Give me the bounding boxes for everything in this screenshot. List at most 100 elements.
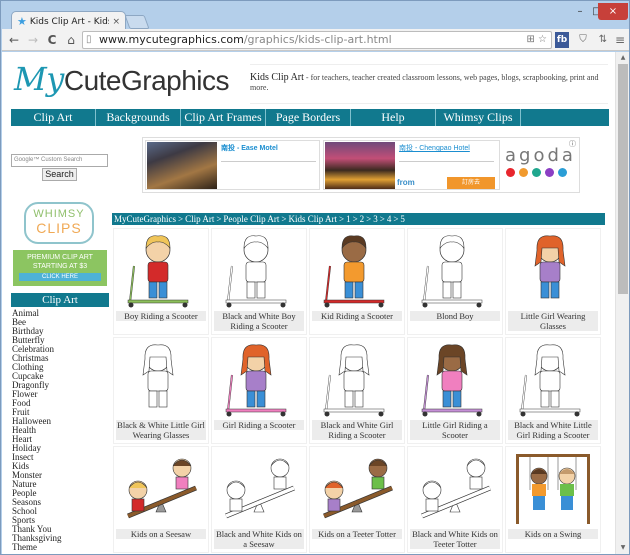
gallery-item[interactable]: Black and White Boy Riding a Scooter <box>211 228 307 335</box>
gallery-item-caption[interactable]: Black and White Boy Riding a Scooter <box>214 311 304 331</box>
girl2-scooter-clipart-icon[interactable] <box>510 341 596 419</box>
girl-scooter-clipart-icon[interactable] <box>216 341 302 419</box>
translate-page-icon[interactable]: ⊞ <box>526 34 534 45</box>
gallery-item-caption[interactable]: Kids on a Teeter Totter <box>312 529 402 539</box>
boy-scooter-clipart-icon[interactable] <box>216 232 302 310</box>
gallery-item-caption[interactable]: Blond Boy <box>410 311 500 321</box>
reload-icon[interactable]: C <box>44 32 60 48</box>
girl-glasses-clipart-icon[interactable] <box>118 341 204 419</box>
nav-page-borders[interactable]: Page Borders <box>266 109 351 126</box>
gallery-item-caption[interactable]: Kid Riding a Scooter <box>312 311 402 321</box>
breadcrumb-link[interactable]: 5 <box>400 214 405 224</box>
tab-close-icon[interactable]: × <box>112 17 120 27</box>
close-window-button[interactable]: × <box>598 3 628 20</box>
whimsy-badge[interactable]: WHIMSY CLIPS <box>24 202 94 244</box>
premium-promo[interactable]: PREMIUM CLIP ART STARTING AT $3 CLICK HE… <box>13 250 107 286</box>
gallery-item[interactable]: Black and White Little Girl Riding a Sco… <box>505 337 601 444</box>
gallery-item[interactable]: Blond Boy <box>407 228 503 335</box>
nav-help[interactable]: Help <box>351 109 436 126</box>
nav-clip-art[interactable]: Clip Art <box>11 109 96 126</box>
facebook-extension-icon[interactable]: fb <box>555 32 569 48</box>
browser-menu-icon[interactable]: ≡ <box>613 32 627 48</box>
gallery-item[interactable]: Little Girl Riding a Scooter <box>407 337 503 444</box>
gallery-item[interactable]: Black and White Kids on a Seesaw <box>211 446 307 553</box>
search-input[interactable]: Google™ Custom Search <box>11 154 108 167</box>
kid-scooter-clipart-icon[interactable] <box>314 232 400 310</box>
nav-whimsy-clips[interactable]: Whimsy Clips <box>436 109 521 126</box>
bookmark-star-icon[interactable]: ☆ <box>538 34 547 45</box>
hotel-ad-banner[interactable]: 南投 - Ease Motel 南投 - Chengpao Hotel from… <box>142 137 580 193</box>
nav-backgrounds[interactable]: Backgrounds <box>96 109 181 126</box>
teeter-clipart-icon[interactable] <box>412 450 498 528</box>
gallery-item[interactable]: Boy Riding a Scooter <box>113 228 209 335</box>
girl2-scooter-clipart-icon[interactable] <box>412 341 498 419</box>
gallery-item-caption[interactable]: Kids on a Swing <box>508 529 598 539</box>
girl-glasses-clipart-icon[interactable] <box>510 232 596 310</box>
category-link[interactable]: Theme <box>12 543 108 552</box>
gallery-item-caption[interactable]: Black & White Little Girl Wearing Glasse… <box>116 420 206 440</box>
gallery-item[interactable]: Kid Riding a Scooter <box>309 228 405 335</box>
address-bar[interactable]: ▯ www.mycutegraphics.com/graphics/kids-c… <box>82 31 552 49</box>
gallery-item-caption[interactable]: Black and White Little Girl Riding a Sco… <box>508 420 598 440</box>
vertical-scrollbar[interactable]: ▲ ▼ <box>615 52 629 554</box>
seesaw-clipart-icon[interactable] <box>118 450 204 528</box>
scroll-down-arrow-icon[interactable]: ▼ <box>616 542 630 554</box>
ad-info-icon[interactable]: ⓘ <box>569 139 576 149</box>
gallery-item-caption[interactable]: Kids on a Seesaw <box>116 529 206 539</box>
gallery-item[interactable]: Kids on a Seesaw <box>113 446 209 553</box>
agoda-dots <box>505 168 575 177</box>
seesaw-clipart-icon[interactable] <box>216 450 302 528</box>
nav-clip-art-frames[interactable]: Clip Art Frames <box>181 109 266 126</box>
ad-hotel-title[interactable]: 南投 - Ease Motel <box>221 143 278 153</box>
gallery-item-caption[interactable]: Boy Riding a Scooter <box>116 311 206 321</box>
gallery-item[interactable]: Girl Riding a Scooter <box>211 337 307 444</box>
ad-hotel-title[interactable]: 南投 - Chengpao Hotel <box>399 143 470 153</box>
breadcrumb-link[interactable]: Clip Art <box>185 214 214 224</box>
boy-scooter-clipart-icon[interactable] <box>412 232 498 310</box>
breadcrumb-link[interactable]: 2 <box>360 214 365 224</box>
breadcrumb-link[interactable]: 1 <box>346 214 351 224</box>
breadcrumb-link[interactable]: MyCuteGraphics <box>114 214 176 224</box>
minimize-button[interactable]: – <box>571 3 589 20</box>
category-link[interactable]: Animal <box>12 309 108 318</box>
gallery-item[interactable]: Little Girl Wearing Glasses <box>505 228 601 335</box>
whimsy-clips-promo[interactable]: WHIMSY CLIPS PREMIUM CLIP ART STARTING A… <box>11 202 109 290</box>
breadcrumb-link[interactable]: People Clip Art <box>223 214 279 224</box>
gallery-item[interactable]: Black and White Kids on Teeter Totter <box>407 446 503 553</box>
teeter-clipart-icon[interactable] <box>314 450 400 528</box>
home-icon[interactable]: ⌂ <box>63 32 79 48</box>
shield-extension-icon[interactable]: ⛉ <box>576 32 590 48</box>
gallery-item[interactable]: Kids on a Swing <box>505 446 601 553</box>
ad-book-button[interactable]: 訂房去 <box>447 177 495 189</box>
gallery-item-caption[interactable]: Little Girl Riding a Scooter <box>410 420 500 440</box>
scroll-up-arrow-icon[interactable]: ▲ <box>616 52 630 64</box>
gallery-item[interactable]: Black and White Girl Riding a Scooter <box>309 337 405 444</box>
girl-scooter-clipart-icon[interactable] <box>314 341 400 419</box>
gallery-item-caption[interactable]: Black and White Girl Riding a Scooter <box>312 420 402 440</box>
hotel-photo[interactable] <box>147 142 217 189</box>
breadcrumb-link[interactable]: 3 <box>373 214 378 224</box>
gallery-item[interactable]: Black & White Little Girl Wearing Glasse… <box>113 337 209 444</box>
swing-clipart-icon[interactable] <box>510 450 596 528</box>
hotel-photo[interactable] <box>325 142 395 189</box>
breadcrumb-link[interactable]: 4 <box>387 214 392 224</box>
boy-scooter-clipart-icon[interactable] <box>118 232 204 310</box>
back-arrow-icon[interactable]: ← <box>6 32 22 48</box>
gallery-item-caption[interactable]: Black and White Kids on a Seesaw <box>214 529 304 549</box>
scroll-thumb[interactable] <box>618 64 628 294</box>
sort-extension-icon[interactable]: ⇅ <box>596 32 610 48</box>
breadcrumb-link[interactable]: Kids Clip Art <box>289 214 338 224</box>
ad-card[interactable]: 南投 - Chengpao Hotel from 訂房去 <box>323 140 500 190</box>
site-logo[interactable]: MyCuteGraphics <box>14 60 230 98</box>
gallery-item-caption[interactable]: Girl Riding a Scooter <box>214 420 304 430</box>
gallery-item-caption[interactable]: Little Girl Wearing Glasses <box>508 311 598 331</box>
ad-card[interactable]: 南投 - Ease Motel <box>145 140 320 190</box>
agoda-logo[interactable]: agoda <box>505 145 575 177</box>
gallery-item[interactable]: Kids on a Teeter Totter <box>309 446 405 553</box>
search-button[interactable]: Search <box>42 168 77 181</box>
forward-arrow-icon[interactable]: → <box>25 32 41 48</box>
click-here-button[interactable]: CLICK HERE <box>19 273 101 281</box>
new-tab-button[interactable] <box>124 15 150 29</box>
gallery-item-caption[interactable]: Black and White Kids on Teeter Totter <box>410 529 500 549</box>
browser-tab[interactable]: ★ Kids Clip Art - Kids Image × <box>11 11 126 31</box>
